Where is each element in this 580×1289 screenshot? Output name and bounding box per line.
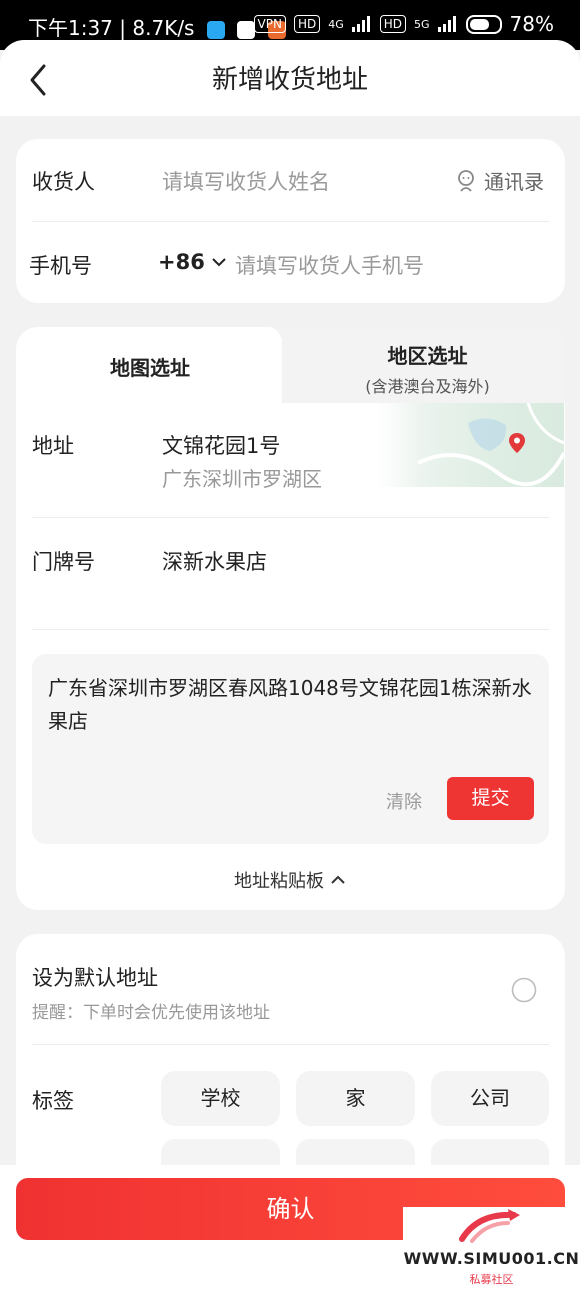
signal-icon [351,16,370,32]
address-area: 广东深圳市罗湖区 [162,467,322,491]
map-pin-icon [509,433,525,453]
tag-chip-home[interactable]: 家 [296,1071,415,1126]
address-divider [32,517,549,518]
signal-icon-2 [437,16,456,32]
status-time: 下午1:37 [28,16,113,40]
contacts-person-icon [458,169,474,192]
map-thumbnail[interactable] [378,402,566,487]
battery-level [469,18,489,30]
default-address-hint: 提醒：下单时会优先使用该地址 [32,1003,270,1023]
submit-button[interactable]: 提交 [447,777,534,820]
network-speed: 8.7K/s [132,16,195,40]
watermark: WWW.SIMU001.CN 私募社区 [403,1207,580,1289]
battery-percent: 78% [509,12,554,36]
contacts-button[interactable]: 通讯录 [456,166,544,195]
app-notification-icon-2 [237,20,256,39]
door-number-input[interactable]: 深新水果店 [162,546,267,576]
hd-badge: HD [293,15,321,33]
battery-icon [465,14,502,34]
tab-map-select[interactable]: 地图选址 [110,352,190,381]
tab-region-title: 地区选址 [387,344,468,368]
recipient-name-input[interactable]: 请填写收货人姓名 [162,166,330,196]
app-notification-icon [206,20,225,39]
tag-chip-school[interactable]: 学校 [161,1071,280,1126]
chevron-up-icon [331,875,345,884]
tag-label: 标签 [32,1089,74,1113]
door-number-label: 门牌号 [32,550,95,574]
status-right: VPN HD 4G HD 5G 78% [253,12,554,36]
tab-region-select[interactable]: 地区选址 (含港澳台及海外) [340,340,515,397]
tab-curve-divider [268,327,298,403]
contact-divider [32,221,549,222]
page-title: 新增收货地址 [211,65,368,95]
door-divider [32,629,549,630]
watermark-name: 私募社区 [469,1273,514,1286]
phone-input[interactable]: 请填写收货人手机号 [235,250,424,280]
contacts-label: 通讯录 [484,170,544,194]
chevron-down-icon [212,258,226,267]
country-code-value: +86 [158,250,205,274]
clipboard-toggle[interactable]: 地址粘贴板 [0,867,580,893]
clipboard-toggle-label: 地址粘贴板 [234,871,324,892]
map-graphic [417,402,566,487]
default-address-label: 设为默认地址 [32,966,158,990]
network-type-label: 4G [328,17,344,31]
hd-badge-2: HD [379,15,407,33]
country-code-selector[interactable]: +86 [158,250,227,274]
clear-button[interactable]: 清除 [386,788,422,814]
watermark-site: WWW.SIMU001.CN [403,1249,580,1268]
address-label: 地址 [32,434,74,458]
clipboard-text[interactable]: 广东省深圳市罗湖区春风路1048号文锦花园1栋深新水果店 [48,672,533,738]
vpn-badge: VPN [253,15,286,33]
address-name[interactable]: 文锦花园1号 [162,430,280,460]
recipient-label: 收货人 [32,170,95,194]
tab-region-subtitle: (含港澳台及海外) [365,377,490,396]
watermark-logo-icon [459,1209,520,1243]
tag-chip-company[interactable]: 公司 [431,1071,549,1126]
clipboard-paste-box[interactable]: 广东省深圳市罗湖区春风路1048号文锦花园1栋深新水果店 清除 提交 [32,654,549,844]
network-type-label-2: 5G [414,17,430,31]
default-address-radio[interactable] [511,977,537,1003]
settings-divider [32,1044,549,1045]
phone-label: 手机号 [29,254,92,278]
status-left: 下午1:37 | 8.7K/s [28,12,286,41]
